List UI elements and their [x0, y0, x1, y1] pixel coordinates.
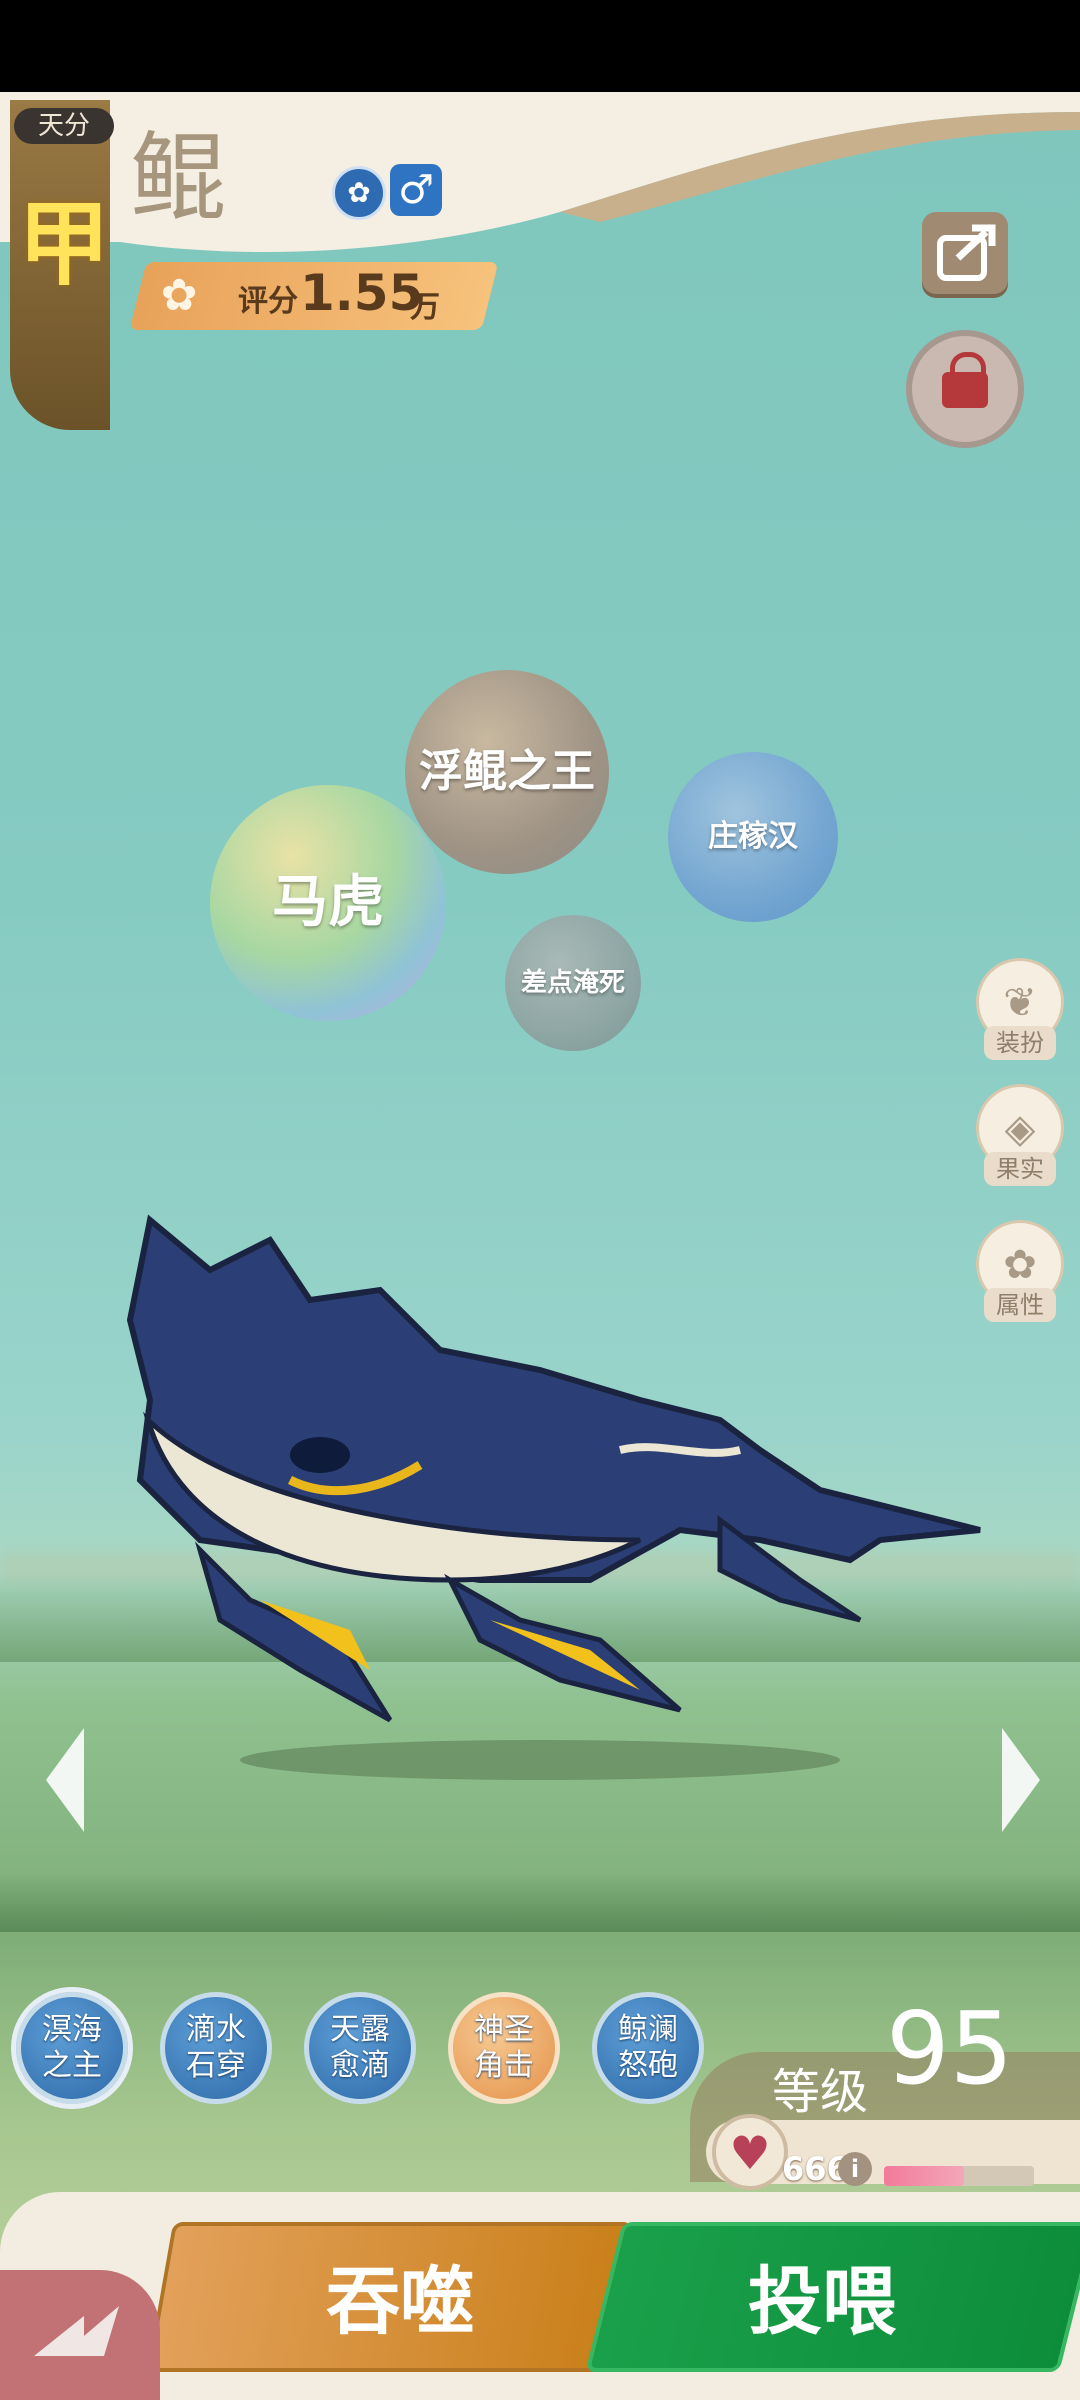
experience-bar-fill: [884, 2166, 964, 2186]
side-button-label: 果实: [984, 1152, 1056, 1186]
heart-icon: ♥: [712, 2114, 788, 2190]
level-label: 等级: [772, 2064, 869, 2120]
paw-icon: ✿: [160, 270, 198, 321]
grass-band-front: [0, 1872, 1080, 1932]
score-label: 评分: [238, 284, 298, 319]
side-button-outfit[interactable]: ❦ 装扮: [976, 958, 1066, 1068]
info-icon[interactable]: i: [838, 2152, 872, 2186]
skill-slot[interactable]: 神圣角击: [448, 1992, 560, 2104]
trait-bubble[interactable]: 差点淹死: [505, 915, 641, 1051]
skill-slot[interactable]: 天露愈滴: [304, 1992, 416, 2104]
level-value: 95: [886, 1990, 1014, 2107]
feed-button-label: 投喂: [748, 2259, 896, 2345]
talent-grade: 甲: [17, 191, 110, 298]
score-unit: 万: [410, 290, 440, 325]
talent-label: 天分: [14, 108, 114, 144]
side-button-fruit[interactable]: ◈ 果实: [976, 1084, 1066, 1194]
male-gender-icon: ♂: [390, 164, 442, 216]
trait-bubble[interactable]: 马虎: [210, 785, 446, 1021]
previous-pet-arrow[interactable]: [36, 1720, 96, 1840]
share-button[interactable]: [922, 212, 1008, 294]
lock-icon: [942, 372, 988, 408]
side-button-label: 装扮: [984, 1026, 1056, 1060]
trait-bubble[interactable]: 浮鲲之王: [405, 670, 609, 874]
status-bar: [0, 0, 1080, 92]
devour-button-label: 吞噬: [326, 2259, 474, 2345]
trait-bubble[interactable]: 庄稼汉: [668, 752, 838, 922]
skill-slot[interactable]: 鲸澜怒砲: [592, 1992, 704, 2104]
skill-slot[interactable]: 滴水石穿: [160, 1992, 272, 2104]
skill-slot[interactable]: 溟海之主: [16, 1992, 128, 2104]
share-icon: [937, 224, 996, 281]
water-element-icon[interactable]: ✿: [332, 166, 386, 220]
lock-button[interactable]: [906, 330, 1024, 448]
experience-bar: [884, 2166, 1034, 2186]
slash-icon: [34, 2306, 119, 2356]
pet-name: 鲲: [130, 122, 226, 234]
chevron-left-icon: [46, 1728, 84, 1832]
score-value: 1.55: [300, 264, 424, 322]
whale-creature[interactable]: [120, 1200, 1020, 1780]
